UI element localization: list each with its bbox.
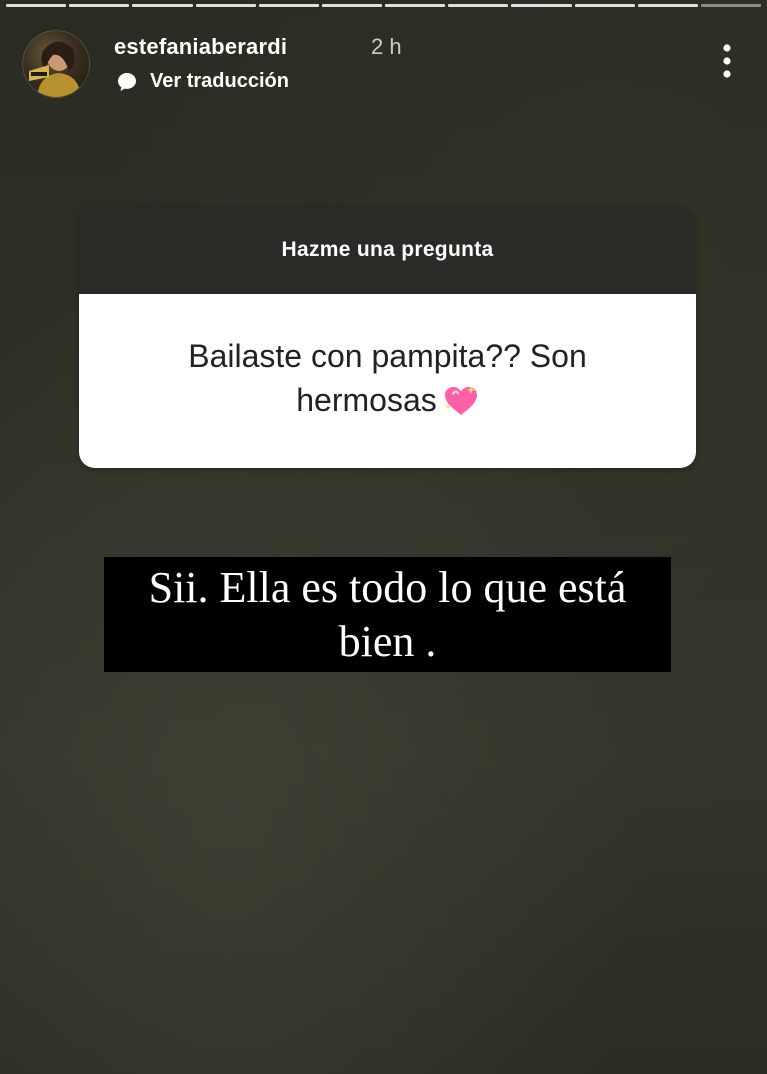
progress-segment bbox=[448, 4, 509, 7]
answer-line-1: Sii. Ella es todo lo que está bbox=[148, 563, 627, 612]
see-translation-label: Ver traducción bbox=[150, 70, 289, 92]
story-header: estefaniaberardi 2 h Ver traducción bbox=[22, 30, 747, 100]
progress-segment bbox=[321, 4, 383, 7]
username[interactable]: estefaniaberardi bbox=[114, 34, 287, 60]
question-text: Bailaste con pampita?? Son hermosas bbox=[188, 338, 587, 418]
progress-segment bbox=[195, 4, 256, 7]
answer-line-2: bien . bbox=[338, 617, 437, 666]
progress-segment bbox=[637, 4, 698, 7]
progress-segment bbox=[69, 4, 130, 7]
progress-segment bbox=[574, 4, 635, 7]
question-sticker: Hazme una pregunta Bailaste con pampita?… bbox=[79, 206, 696, 468]
progress-segment bbox=[511, 4, 572, 7]
progress-segment bbox=[132, 4, 193, 7]
progress-segment bbox=[700, 4, 762, 7]
question-text-wrap: Bailaste con pampita?? Son hermosas bbox=[119, 334, 656, 428]
avatar[interactable] bbox=[22, 30, 90, 98]
timestamp: 2 h bbox=[371, 34, 402, 59]
question-sticker-body: Bailaste con pampita?? Son hermosas bbox=[79, 294, 696, 468]
progress-segment bbox=[258, 4, 319, 7]
progress-segment bbox=[385, 4, 446, 7]
story-progress-bar bbox=[6, 4, 762, 8]
more-options-icon[interactable] bbox=[721, 42, 733, 80]
translate-bubble-icon bbox=[116, 71, 138, 93]
progress-segment bbox=[6, 4, 67, 7]
answer-caption: Sii. Ella es todo lo que está bien . bbox=[104, 557, 671, 672]
question-sticker-title: Hazme una pregunta bbox=[281, 238, 494, 261]
sparkling-heart-icon bbox=[443, 384, 479, 428]
question-sticker-header: Hazme una pregunta bbox=[79, 206, 696, 294]
see-translation-link[interactable]: Ver traducción bbox=[116, 70, 289, 93]
